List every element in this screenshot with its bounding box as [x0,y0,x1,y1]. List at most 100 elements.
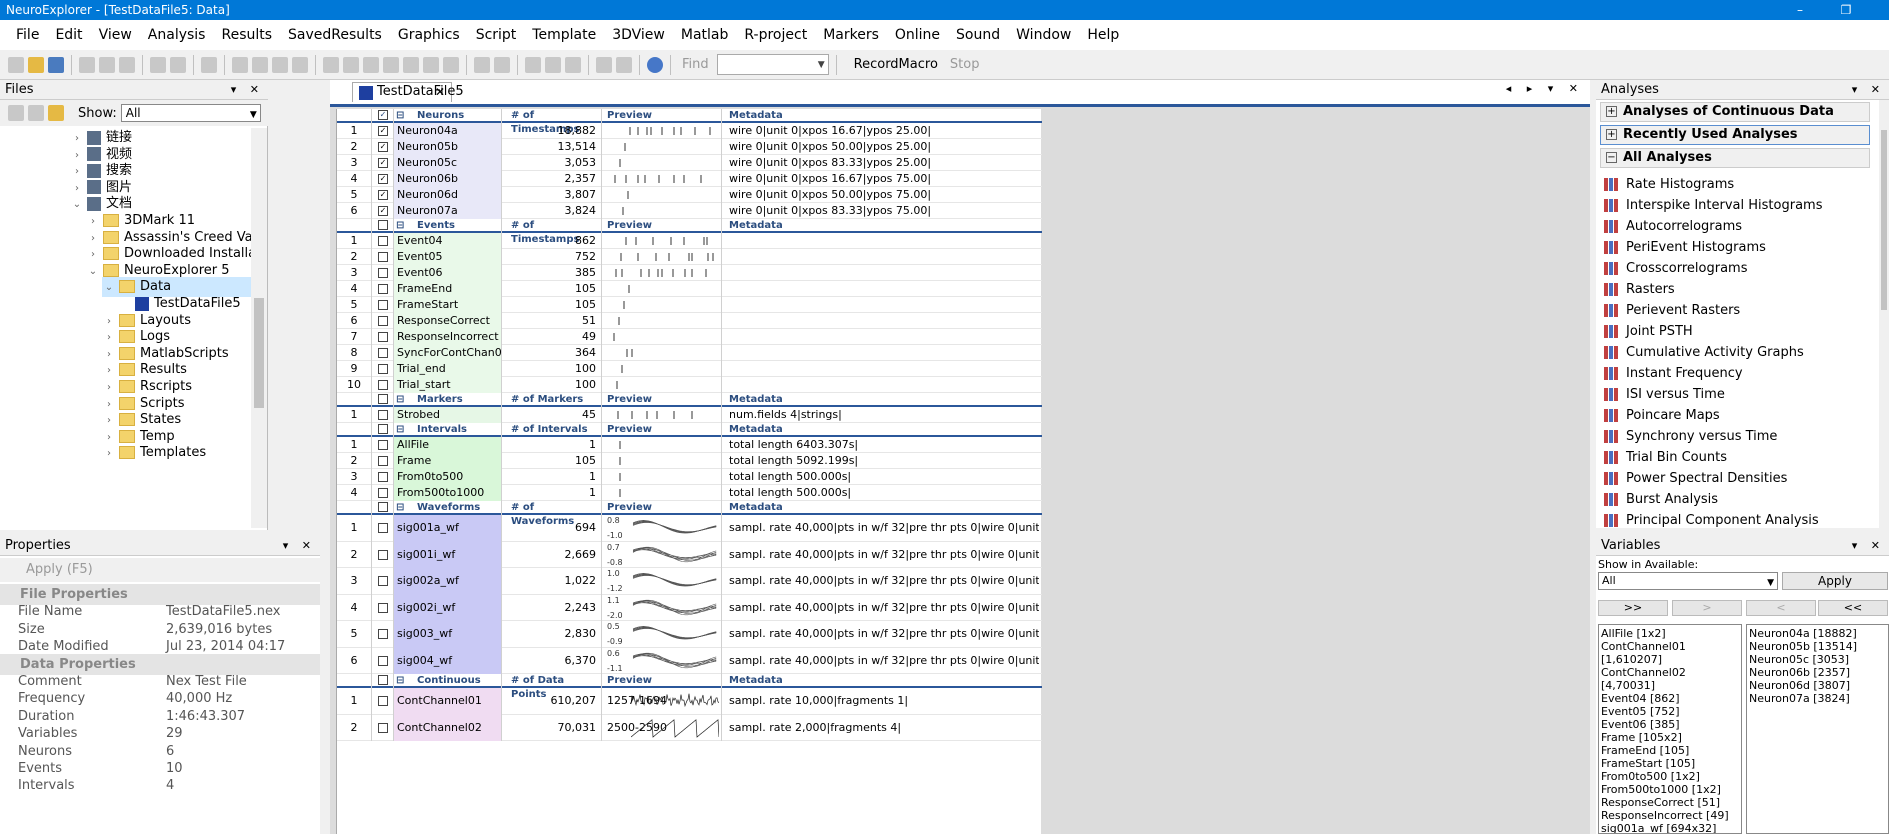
available-variable[interactable]: ContChannel01 [1,610207] [1601,640,1739,666]
panel-controls[interactable]: ▾ ✕ [1852,536,1885,556]
available-variable[interactable]: ResponseIncorrect [49] [1601,809,1739,822]
row-checkbox[interactable]: ✓ [378,126,388,136]
row-checkbox[interactable] [378,472,388,482]
table-row[interactable]: 2 Event05 752 [337,249,1042,265]
analysis-item[interactable]: Perievent Rasters [1604,300,1740,321]
row-checkbox[interactable] [378,348,388,358]
analysis-item[interactable]: Instant Frequency [1604,363,1743,384]
analysis-item[interactable]: Poincare Maps [1604,405,1720,426]
layout2-icon[interactable] [292,56,308,73]
selected-variable[interactable]: Neuron07a [3824] [1749,692,1886,705]
table-row[interactable]: 3 ✓ Neuron05c 3,053 wire 0|unit 0|xpos 83.33… [337,155,1042,171]
tool2-icon[interactable] [545,56,561,73]
row-checkbox[interactable] [378,332,388,342]
table-row[interactable]: 6 sig004_wf 6,370 0.6 -1.1 sampl. rate 40,000… [337,647,1042,674]
expand-icon[interactable]: − [1606,152,1617,163]
available-variable[interactable]: ResponseCorrect [51] [1601,796,1739,809]
section-header-evt[interactable]: ⊟ Events # of Timestamps Preview Metadata [337,219,1042,245]
tree-expander-icon[interactable]: ⌄ [86,262,100,282]
collapse-icon[interactable]: ⊟ [396,109,404,123]
graph4-icon[interactable] [423,56,439,73]
tab-testdatafile5[interactable]: TestDataFile5 ✕ [352,82,464,102]
analysis-item[interactable]: Autocorrelograms [1604,216,1742,237]
close-icon[interactable]: ✕ [435,83,445,101]
menu-help[interactable]: Help [1079,27,1127,43]
selected-variable[interactable]: Neuron04a [18882] [1749,627,1886,640]
tab-navigation[interactable]: ◂ ▸ ▾ ✕ [1506,82,1584,95]
save-icon[interactable] [48,56,64,73]
scrollbar-thumb[interactable] [254,298,264,408]
section-header-neu[interactable]: ✓ ⊟ Neurons # of Timestamps Preview Metadata [337,109,1042,135]
row-checkbox[interactable]: ✓ [378,190,388,200]
property-row[interactable]: Intervals 4 [0,775,320,796]
panel-controls[interactable]: ▾ ✕ [1852,80,1885,100]
available-variable[interactable]: FrameStart [105] [1601,757,1739,770]
collapse-icon[interactable]: ⊟ [396,501,404,515]
graph-icon[interactable] [363,56,379,73]
analysis-item[interactable]: Rate Histograms [1604,174,1734,195]
available-variable[interactable]: sig001a_wf [694x32] [1601,822,1739,833]
layout-icon[interactable] [272,56,288,73]
tree-expander-icon[interactable]: › [102,444,116,464]
available-variable[interactable]: Event06 [385] [1601,718,1739,731]
table-row[interactable]: 1 ✓ Neuron04a 18,882 wire 0|unit 0|xpos 16.6… [337,123,1042,139]
table-row[interactable]: 2 ✓ Neuron05b 13,514 wire 0|unit 0|xpos 50.0… [337,139,1042,155]
analysis-item[interactable]: Crosscorrelograms [1604,258,1747,279]
section-checkbox[interactable]: ✓ [378,110,388,120]
menu-results[interactable]: Results [213,27,280,43]
files-tool3-icon[interactable] [48,105,64,121]
remove-all-button[interactable]: << [1818,600,1888,616]
file-tree-scrollbar[interactable] [251,128,267,528]
menu-markers[interactable]: Markers [815,27,887,43]
collapse-icon[interactable]: ⊟ [396,674,404,688]
menu-matlab[interactable]: Matlab [673,27,737,43]
analysis-item[interactable]: Trial Bin Counts [1604,447,1727,468]
table-row[interactable]: 4 sig002i_wf 2,243 1.1 -2.0 sampl. rate 40,00… [337,594,1042,621]
tree-expander-icon[interactable]: ⌄ [102,278,116,298]
analysis-item[interactable]: Power Spectral Densities [1604,468,1787,489]
table-row[interactable]: 1 Event04 862 [337,233,1042,249]
new-icon[interactable] [8,56,24,73]
table-row[interactable]: 8 SyncForContChan01 364 [337,345,1042,361]
menu-file[interactable]: File [8,27,47,43]
find-combobox[interactable]: ▼ [716,54,829,75]
table-icon[interactable] [232,56,248,73]
analysis-item[interactable]: Joint PSTH [1604,321,1693,342]
table-row[interactable]: 4 FrameEnd 105 [337,281,1042,297]
files-tool2-icon[interactable] [28,105,44,121]
tool3-icon[interactable] [565,56,581,73]
menu-savedresults[interactable]: SavedResults [280,27,390,43]
row-checkbox[interactable] [378,268,388,278]
row-checkbox[interactable] [378,364,388,374]
arrow-left-right-icon[interactable] [616,56,632,73]
row-checkbox[interactable] [378,602,388,613]
menu-graphics[interactable]: Graphics [390,27,468,43]
available-variables-list[interactable]: AllFile [1x2] ContChannel01 [1,610207] Con… [1598,624,1742,834]
selected-variable[interactable]: Neuron05b [13514] [1749,640,1886,653]
help-icon[interactable] [647,56,663,73]
table-row[interactable]: 9 Trial_end 100 [337,361,1042,377]
row-checkbox[interactable]: ✓ [378,174,388,184]
collapse-icon[interactable]: ⊟ [396,219,404,233]
cursor-icon[interactable] [494,56,510,73]
table-row[interactable]: 4 From500to1000 1 total length 500.000s| [337,485,1042,501]
available-variable[interactable]: AllFile [1x2] [1601,627,1739,640]
row-checkbox[interactable] [378,488,388,498]
analysis-item[interactable]: Principal Component Analysis [1604,510,1819,531]
apply-button[interactable]: Apply (F5) [0,558,320,582]
cut-icon[interactable] [79,56,95,73]
row-checkbox[interactable] [378,655,388,666]
menu-3dview[interactable]: 3DView [604,27,673,43]
table-row[interactable]: 6 ✓ Neuron07a 3,824 wire 0|unit 0|xpos 83.33… [337,203,1042,219]
available-variable[interactable]: From0to500 [1x2] [1601,770,1739,783]
analysis-item[interactable]: Interspike Interval Histograms [1604,195,1822,216]
row-checkbox[interactable] [378,316,388,326]
section-header-wf[interactable]: ⊟ Waveforms # of Waveforms Preview Metadata [337,501,1042,527]
variables-apply-button[interactable]: Apply [1782,572,1888,590]
row-checkbox[interactable]: ✓ [378,206,388,216]
stop-button[interactable]: Stop [950,57,980,72]
files-tool1-icon[interactable] [8,105,24,121]
analysis-item[interactable]: Rasters [1604,279,1675,300]
zoom-in-icon[interactable] [323,56,339,73]
available-variable[interactable]: Event05 [752] [1601,705,1739,718]
